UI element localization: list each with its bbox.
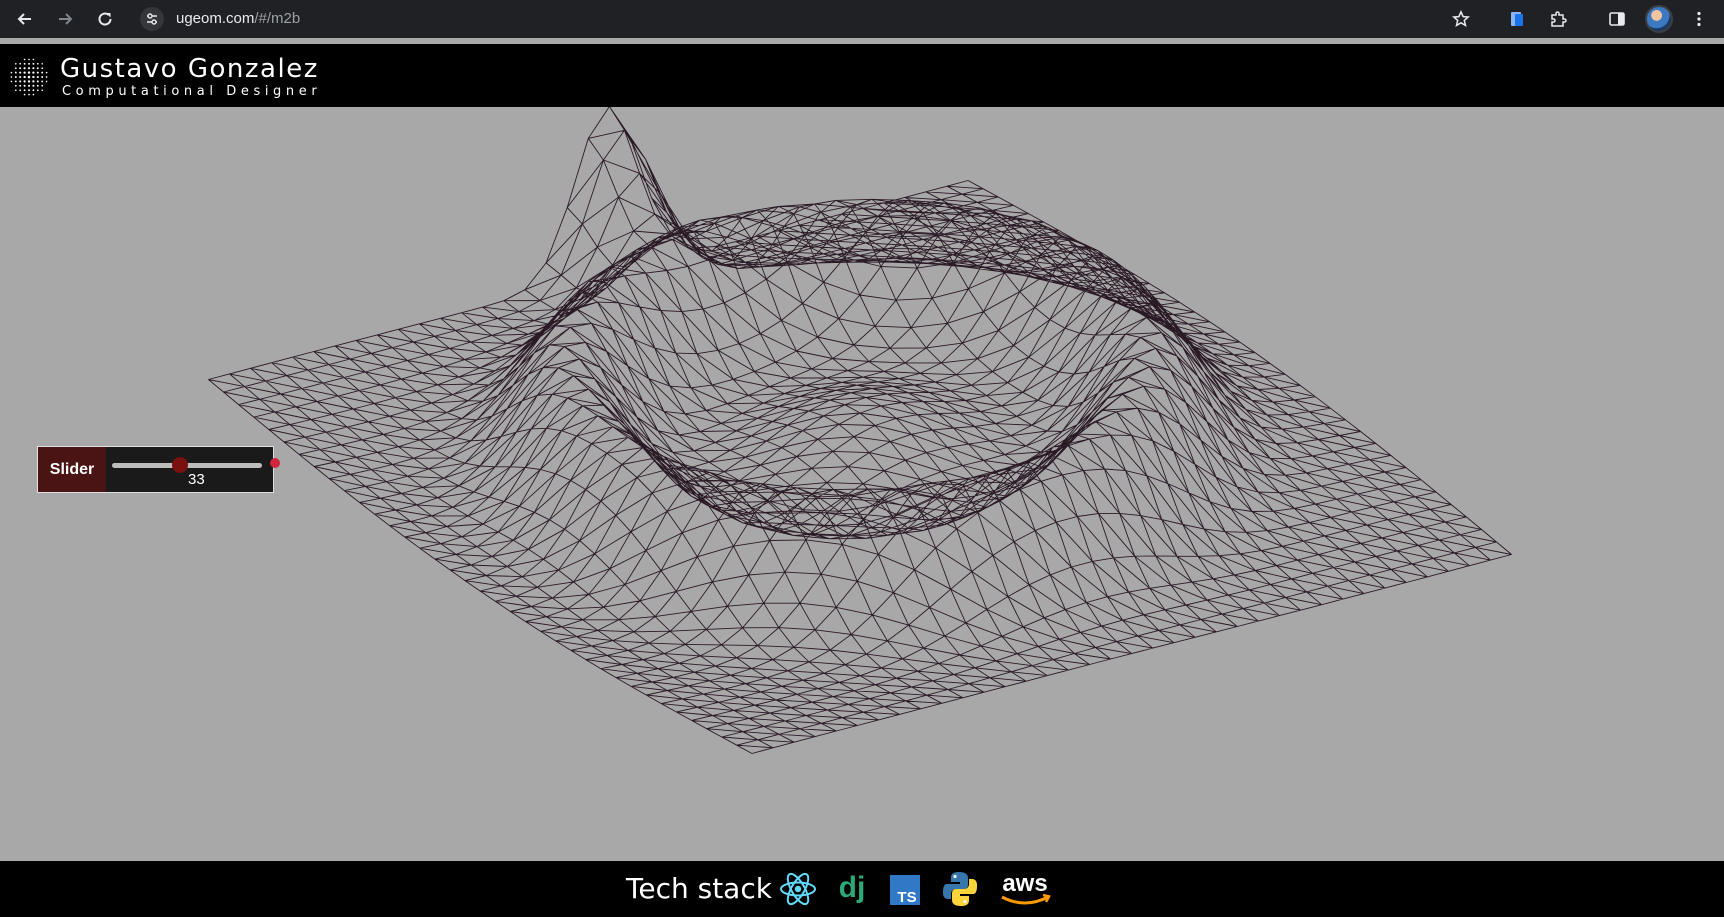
extension-icon[interactable] [1504,6,1530,32]
site-subtitle: Computational Designer [62,84,322,99]
footer: Tech stack dj TS aws [0,861,1724,917]
url-host: ugeom.com [176,10,255,27]
back-icon[interactable] [12,6,38,32]
bookmark-star-icon[interactable] [1448,6,1474,32]
slider-label: Slider [38,447,106,492]
site-header: Gustavo Gonzalez Computational Designer [0,44,1724,107]
profile-avatar[interactable] [1645,5,1673,33]
aws-icon[interactable]: aws [996,869,1054,909]
url-path: /#/m2b [254,10,301,27]
slider-control: Slider 33 [37,446,280,493]
react-icon[interactable] [778,869,818,909]
slider-value: 33 [188,471,205,488]
typescript-icon[interactable]: TS [885,869,925,909]
address-bar[interactable]: ugeom.com/#/m2b [140,3,1480,35]
svg-text:TS: TS [897,889,916,906]
svg-text:dj: dj [839,871,866,904]
tech-stack-label: Tech stack [626,872,772,905]
reload-icon[interactable] [92,6,118,32]
forward-icon[interactable] [52,6,78,32]
menu-kebab-icon[interactable] [1686,6,1712,32]
url-text[interactable]: ugeom.com/#/m2b [176,10,300,27]
svg-text:aws: aws [1002,870,1047,897]
wireframe-mesh-lines [208,107,1512,754]
python-icon[interactable] [940,869,980,909]
django-icon[interactable]: dj [832,869,872,909]
side-panel-icon[interactable] [1604,6,1630,32]
extensions-puzzle-icon[interactable] [1545,6,1571,32]
slider-track[interactable] [112,457,262,473]
site-name[interactable]: Gustavo Gonzalez [60,54,319,84]
site-settings-icon[interactable] [140,7,164,31]
dot-sphere-logo-icon[interactable] [8,56,50,98]
slider-reset-dot[interactable] [270,458,280,468]
browser-toolbar: ugeom.com/#/m2b [0,0,1724,38]
slider-thumb[interactable] [171,457,188,473]
